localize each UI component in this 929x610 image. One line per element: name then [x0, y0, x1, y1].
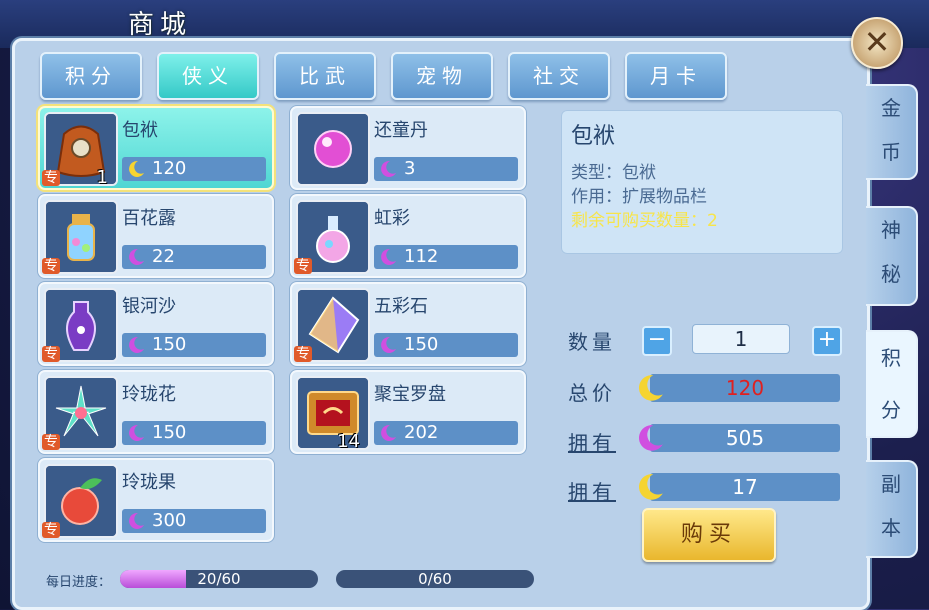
item-price: 120	[152, 158, 187, 179]
item-name: 包袱	[122, 120, 158, 141]
item-name: 玲珑花	[122, 384, 176, 405]
exclusive-badge: 专	[42, 346, 60, 362]
total-price-value: 120	[650, 374, 840, 402]
item-price: 202	[404, 422, 439, 443]
price-bar: 150	[122, 421, 266, 445]
detail-use: 作用：扩展物品栏	[571, 187, 707, 207]
tab-biwu[interactable]: 比武	[274, 52, 376, 100]
item-name: 银河沙	[122, 296, 176, 317]
screen-title: 商城	[128, 10, 193, 40]
item-count: 1	[96, 167, 108, 188]
item-detail-panel: 包袱 类型：包袱 作用：扩展物品栏 剩余可购买数量：2	[561, 110, 843, 254]
shop-item[interactable]: 专 百花露 22	[38, 194, 274, 278]
shop-item[interactable]: 专 五彩石 150	[290, 282, 526, 366]
shop-item[interactable]: 还童丹 3	[290, 106, 526, 190]
detail-remaining: 剩余可购买数量：2	[571, 211, 718, 231]
moon-icon	[129, 248, 144, 265]
moon-icon	[129, 160, 144, 177]
price-bar: 22	[122, 245, 266, 269]
increase-quantity-button[interactable]: +	[812, 326, 842, 356]
price-bar: 300	[122, 509, 266, 533]
side-tab-gold[interactable]: 金币	[866, 84, 918, 180]
owned-label: 拥有	[568, 431, 616, 455]
side-tab-mystery[interactable]: 神秘	[866, 206, 918, 306]
item-name: 还童丹	[374, 120, 428, 141]
item-name: 玲珑果	[122, 472, 176, 493]
daily-progress-yellow-bar: 0/60	[336, 570, 534, 588]
owned-yellow-currency: 17	[650, 473, 840, 501]
item-price: 150	[404, 334, 439, 355]
side-tab-points[interactable]: 积分	[866, 330, 918, 438]
quantity-input[interactable]: 1	[692, 324, 790, 354]
exclusive-badge: 专	[42, 522, 60, 538]
daily-progress-pink-bar: 20/60	[120, 570, 318, 588]
shop-item[interactable]: 专 银河沙 150	[38, 282, 274, 366]
close-button[interactable]: ✕	[851, 17, 903, 69]
quantity-label: 数量	[568, 330, 616, 354]
price-bar: 150	[122, 333, 266, 357]
item-count: 14	[337, 431, 360, 452]
item-price: 112	[404, 246, 439, 267]
progress-text: 0/60	[418, 570, 452, 588]
moon-icon	[638, 375, 663, 401]
moon-icon	[381, 424, 396, 441]
total-price-label: 总价	[568, 381, 616, 405]
owned-pink-currency: 505	[650, 424, 840, 452]
item-name: 虹彩	[374, 208, 410, 229]
item-name: 五彩石	[374, 296, 428, 317]
progress-text: 20/60	[197, 570, 241, 588]
price-bar: 120	[122, 157, 266, 181]
item-price: 300	[152, 510, 187, 531]
detail-type: 类型：包袱	[571, 163, 656, 183]
moon-icon	[381, 248, 396, 265]
item-price: 150	[152, 334, 187, 355]
item-price: 22	[152, 246, 175, 267]
moon-icon	[381, 160, 396, 177]
tab-xiayi[interactable]: 侠义	[157, 52, 259, 100]
buy-button[interactable]: 购买	[642, 508, 776, 562]
detail-item-name: 包袱	[571, 124, 616, 149]
item-price: 3	[404, 158, 416, 179]
owned-label: 拥有	[568, 480, 616, 504]
tab-chongwu[interactable]: 宠物	[391, 52, 493, 100]
tab-yueka[interactable]: 月卡	[625, 52, 727, 100]
price-bar: 202	[374, 421, 518, 445]
shop-item[interactable]: 14 聚宝罗盘 202	[290, 370, 526, 454]
moon-icon	[381, 336, 396, 353]
exclusive-badge: 专	[294, 258, 312, 274]
item-price: 150	[152, 422, 187, 443]
item-name: 百花露	[122, 208, 176, 229]
moon-icon	[129, 512, 144, 529]
price-bar: 112	[374, 245, 518, 269]
pill-orb-icon	[296, 112, 370, 186]
moon-icon	[129, 336, 144, 353]
side-tab-dungeon[interactable]: 副本	[866, 460, 918, 558]
tab-jifen[interactable]: 积分	[40, 52, 142, 100]
shop-item[interactable]: 专 1 包袱 120	[38, 106, 274, 190]
price-bar: 3	[374, 157, 518, 181]
decrease-quantity-button[interactable]: −	[642, 326, 672, 356]
exclusive-badge: 专	[294, 346, 312, 362]
exclusive-badge: 专	[42, 258, 60, 274]
daily-progress-label: 每日进度：	[46, 575, 112, 590]
moon-icon	[638, 474, 663, 500]
moon-icon	[129, 424, 144, 441]
item-name: 聚宝罗盘	[374, 384, 446, 405]
exclusive-badge: 专	[42, 434, 60, 450]
exclusive-badge: 专	[42, 170, 60, 186]
close-icon: ✕	[863, 23, 891, 61]
shop-item[interactable]: 专 虹彩 112	[290, 194, 526, 278]
shop-item[interactable]: 专 玲珑果 300	[38, 458, 274, 542]
tab-shejiao[interactable]: 社交	[508, 52, 610, 100]
shop-item[interactable]: 专 玲珑花 150	[38, 370, 274, 454]
price-bar: 150	[374, 333, 518, 357]
moon-icon	[638, 425, 663, 451]
